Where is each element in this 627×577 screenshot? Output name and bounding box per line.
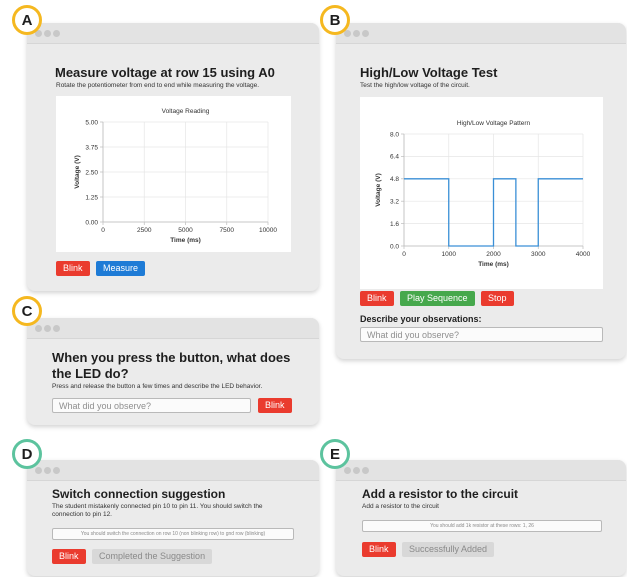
window-dot-icon — [35, 467, 42, 474]
window-dot-icon — [53, 325, 60, 332]
window-titlebar — [336, 460, 626, 481]
window-titlebar — [27, 318, 319, 339]
window-titlebar — [27, 23, 319, 44]
x-tick-label: 0 — [101, 227, 105, 234]
window-dot-icon — [53, 467, 60, 474]
panel-e: Add a resistor to the circuit Add a resi… — [336, 460, 626, 576]
y-axis-label: Voltage (V) — [74, 155, 81, 188]
panel-a: Measure voltage at row 15 using A0 Rotat… — [27, 23, 319, 291]
panel-title: High/Low Voltage Test — [360, 65, 498, 80]
window-dot-icon — [362, 467, 369, 474]
y-tick-label: 1.6 — [390, 221, 399, 228]
x-tick-label: 2000 — [486, 251, 501, 258]
high-low-chart: High/Low Voltage Pattern 0 1000 2000 3000 400… — [360, 97, 603, 289]
badge-a: A — [12, 5, 42, 35]
panel-title: Measure voltage at row 15 using A0 — [55, 65, 275, 80]
series-line — [404, 178, 583, 247]
x-tick-label: 0 — [402, 251, 406, 258]
y-tick-label: 4.8 — [390, 176, 399, 183]
y-tick-label: 6.4 — [390, 154, 399, 161]
panel-subtitle-line1: The student mistakenly connected pin 10 … — [52, 503, 263, 510]
suggestion-text: You should switch the connection on row … — [52, 528, 294, 540]
window-dot-icon — [44, 467, 51, 474]
x-tick-label: 4000 — [576, 251, 591, 258]
x-tick-label: 7500 — [220, 227, 235, 234]
high-low-chart-svg: High/Low Voltage Pattern 0 1000 2000 3000 400… — [375, 120, 591, 268]
window-dot-icon — [362, 30, 369, 37]
observations-input[interactable]: What did you observe? — [52, 398, 251, 413]
observations-label: Describe your observations: — [360, 314, 482, 324]
x-axis-label: Time (ms) — [170, 237, 201, 244]
voltage-reading-chart: Voltage Reading 0 2500 5000 7500 10000 0.00 1.2… — [56, 96, 291, 252]
completed-suggestion-button[interactable]: Completed the Suggestion — [92, 549, 213, 564]
window-dot-icon — [353, 30, 360, 37]
x-tick-label: 3000 — [531, 251, 546, 258]
window-titlebar — [336, 23, 626, 44]
observations-input[interactable]: What did you observe? — [360, 327, 603, 342]
window-dot-icon — [35, 325, 42, 332]
x-tick-label: 1000 — [442, 251, 457, 258]
badge-e: E — [320, 439, 350, 469]
panel-title: Switch connection suggestion — [52, 487, 226, 501]
x-tick-label: 2500 — [137, 227, 152, 234]
window-dot-icon — [344, 467, 351, 474]
blink-button[interactable]: Blink — [258, 398, 292, 413]
panel-subtitle: Rotate the potentiometer from end to end… — [56, 82, 260, 89]
panel-b: High/Low Voltage Test Test the high/low … — [336, 23, 626, 359]
panel-subtitle: Test the high/low voltage of the circuit… — [360, 82, 470, 89]
panel-title-line1: When you press the button, what does — [52, 350, 291, 365]
window-dot-icon — [353, 467, 360, 474]
panel-title-line2: the LED do? — [52, 366, 129, 381]
y-tick-label: 1.25 — [85, 194, 98, 201]
y-tick-label: 5.00 — [85, 119, 98, 126]
x-tick-label: 10000 — [259, 227, 277, 234]
window-dot-icon — [44, 325, 51, 332]
y-tick-label: 8.0 — [390, 131, 399, 138]
blink-button[interactable]: Blink — [52, 549, 86, 564]
measure-button[interactable]: Measure — [96, 261, 146, 276]
voltage-reading-chart-svg: Voltage Reading 0 2500 5000 7500 10000 0.00 1.2… — [74, 108, 277, 244]
panel-d: Switch connection suggestion The student… — [27, 460, 319, 576]
y-tick-label: 3.75 — [85, 144, 98, 151]
successfully-added-button[interactable]: Successfully Added — [402, 542, 495, 557]
badge-c: C — [12, 296, 42, 326]
window-titlebar — [27, 460, 319, 481]
blink-button[interactable]: Blink — [362, 542, 396, 557]
x-axis-label: Time (ms) — [478, 261, 509, 268]
panel-c: When you press the button, what does the… — [27, 318, 319, 425]
badge-d: D — [12, 439, 42, 469]
panel-subtitle-line2: connection to pin 12. — [52, 511, 112, 518]
y-tick-label: 2.50 — [85, 169, 98, 176]
y-tick-label: 0.0 — [390, 243, 399, 250]
window-dot-icon — [44, 30, 51, 37]
play-sequence-button[interactable]: Play Sequence — [400, 291, 475, 306]
y-tick-label: 0.00 — [85, 219, 98, 226]
panel-subtitle: Press and release the button a few times… — [52, 383, 263, 390]
panel-title: Add a resistor to the circuit — [362, 487, 519, 501]
panel-subtitle: Add a resistor to the circuit — [362, 503, 439, 510]
chart-title: High/Low Voltage Pattern — [457, 120, 531, 127]
window-dot-icon — [53, 30, 60, 37]
suggestion-text: You should add 1k resistor at these rows… — [362, 520, 602, 532]
badge-b: B — [320, 5, 350, 35]
blink-button[interactable]: Blink — [360, 291, 394, 306]
x-tick-label: 5000 — [178, 227, 193, 234]
y-axis-label: Voltage (V) — [375, 173, 382, 206]
chart-title: Voltage Reading — [162, 108, 210, 115]
y-tick-label: 3.2 — [390, 199, 399, 206]
stop-button[interactable]: Stop — [481, 291, 514, 306]
blink-button[interactable]: Blink — [56, 261, 90, 276]
